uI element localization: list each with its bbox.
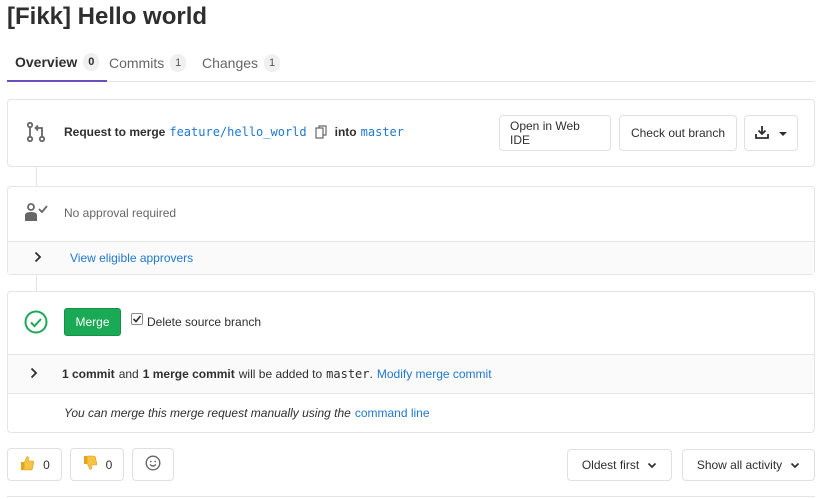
added-to-text: will be added to [238,367,323,381]
activity-filter-dropdown[interactable]: Show all activity [682,449,815,481]
delete-source-branch-checkbox[interactable] [131,313,143,325]
merge-button[interactable]: Merge [64,308,121,336]
and-text: and [118,367,139,381]
tab-overview-count: 0 [83,53,100,71]
open-web-ide-button[interactable]: Open in Web IDE [499,115,611,151]
chevron-right-icon[interactable] [34,251,42,266]
command-line-link[interactable]: command line [355,406,430,420]
sort-order-dropdown[interactable]: Oldest first [567,449,672,481]
tab-overview-label: Overview [15,54,78,70]
period: . [369,367,373,381]
thumbs-up-icon [19,455,35,474]
tab-commits[interactable]: Commits 1 [101,44,194,81]
chevron-down-icon [647,458,657,472]
thumbs-up-count: 0 [43,457,50,472]
chevron-down-icon [779,126,787,140]
thumbs-down-count: 0 [105,457,113,472]
thumbs-up-button[interactable]: 0 [7,448,62,481]
merge-request-icon [24,120,48,147]
merge-request-tabs: Overview 0 Commits 1 Changes 1 [7,44,815,82]
smiley-icon [145,455,161,474]
tab-overview[interactable]: Overview 0 [7,44,108,82]
sort-order-label: Oldest first [581,458,640,472]
divider [7,496,815,497]
add-reaction-button[interactable] [132,448,174,481]
request-to-merge-label: Request to merge [64,125,166,139]
view-eligible-approvers-link[interactable]: View eligible approvers [70,251,193,265]
commit-count: 1 commit [62,367,115,381]
merge-commit-summary: 1 commit and 1 merge commit will be adde… [62,367,492,381]
source-branch-link[interactable]: feature/hello_world [169,125,306,139]
copy-branch-icon[interactable] [315,125,327,139]
thumbs-down-icon [82,455,98,474]
into-label: into [334,125,357,139]
branch-info-text: Request to merge feature/hello_world int… [64,124,404,140]
activity-filter-label: Show all activity [696,458,783,472]
download-icon [755,125,769,142]
tab-changes-label: Changes [202,54,259,71]
success-check-icon [24,310,48,337]
target-branch-link[interactable]: master [361,125,404,139]
tab-commits-count: 1 [170,53,187,72]
delete-source-branch-label: Delete source branch [147,315,262,329]
manual-merge-text: You can merge this merge request manuall… [64,406,351,420]
manual-merge-note: You can merge this merge request manuall… [64,406,430,420]
page-title: [Fikk] Hello world [7,3,208,30]
tab-changes-count: 1 [264,53,281,72]
thumbs-down-button[interactable]: 0 [70,448,124,481]
approval-icon [23,202,49,225]
download-dropdown-button[interactable] [744,115,798,151]
tab-changes[interactable]: Changes 1 [194,44,288,81]
merge-commit-count: 1 merge commit [142,367,235,381]
tab-commits-label: Commits [109,54,165,71]
timeline-connector [36,167,37,186]
approval-status: No approval required [64,206,177,220]
timeline-connector [36,275,37,291]
check-out-branch-button[interactable]: Check out branch [619,115,737,151]
chevron-down-icon [790,458,800,472]
modify-merge-commit-link[interactable]: Modify merge commit [377,367,492,381]
chevron-right-icon[interactable] [30,367,38,382]
target-branch-name: master [326,367,370,381]
